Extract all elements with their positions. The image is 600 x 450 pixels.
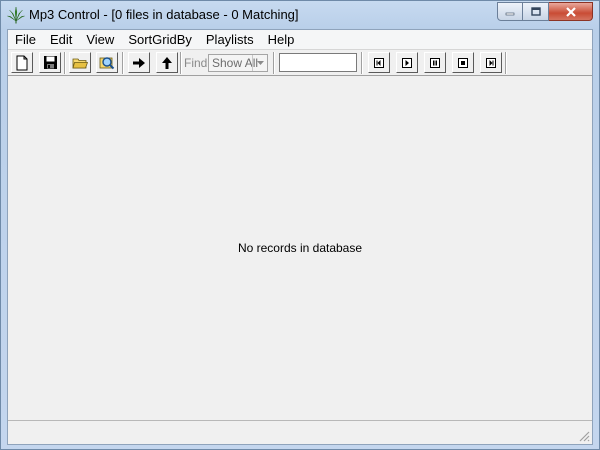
- menu-sortgridby[interactable]: SortGridBy: [121, 30, 199, 49]
- filter-select[interactable]: Show All: [208, 54, 268, 72]
- previous-button[interactable]: [368, 52, 390, 73]
- skip-forward-icon: [486, 57, 496, 68]
- menu-bar: File Edit View SortGridBy Playlists Help: [8, 30, 592, 49]
- next-button[interactable]: [480, 52, 502, 73]
- client-area: File Edit View SortGridBy Playlists Help: [7, 29, 593, 445]
- up-button[interactable]: [156, 52, 178, 73]
- chevron-down-icon[interactable]: [252, 55, 267, 71]
- skip-back-icon: [374, 57, 384, 68]
- pause-icon: [430, 57, 440, 68]
- stop-icon: [458, 57, 468, 68]
- search-input[interactable]: [279, 53, 357, 72]
- window-title: Mp3 Control - [0 files in database - 0 M…: [29, 7, 299, 22]
- resize-grip-icon[interactable]: [578, 430, 590, 442]
- magnifier-icon: [99, 57, 115, 70]
- arrow-up-icon: [162, 56, 172, 69]
- menu-playlists[interactable]: Playlists: [199, 30, 261, 49]
- play-icon: [402, 57, 412, 68]
- new-file-button[interactable]: [11, 52, 33, 73]
- play-button[interactable]: [396, 52, 418, 73]
- minimize-button[interactable]: [497, 2, 523, 21]
- toolbar-separator: [361, 52, 363, 74]
- app-window: Mp3 Control - [0 files in database - 0 M…: [0, 0, 600, 450]
- stop-button[interactable]: [452, 52, 474, 73]
- menu-view[interactable]: View: [79, 30, 121, 49]
- toolbar-separator: [505, 52, 507, 74]
- close-icon: [565, 6, 576, 17]
- menu-edit[interactable]: Edit: [43, 30, 79, 49]
- close-button[interactable]: [549, 2, 593, 21]
- pause-button[interactable]: [424, 52, 446, 73]
- empty-grid-message: No records in database: [237, 241, 363, 255]
- floppy-disk-icon: [43, 56, 57, 69]
- toolbar-separator: [180, 52, 182, 74]
- status-bar: [8, 420, 592, 444]
- toolbar-separator: [64, 52, 66, 74]
- new-document-icon: [16, 55, 28, 70]
- title-bar[interactable]: Mp3 Control - [0 files in database - 0 M…: [1, 1, 599, 29]
- minimize-icon: [505, 12, 515, 15]
- find-label: Find: [184, 56, 208, 70]
- toolbar-separator: [122, 52, 124, 74]
- status-panel: [8, 423, 568, 441]
- toolbar-separator: [273, 52, 275, 74]
- caption-buttons: [497, 2, 593, 22]
- arrow-right-icon: [133, 57, 145, 68]
- toolbar: Find Show All: [8, 49, 592, 76]
- menu-help[interactable]: Help: [261, 30, 302, 49]
- records-grid[interactable]: No records in database: [8, 76, 592, 420]
- save-button[interactable]: [39, 52, 61, 73]
- maximize-icon: [530, 7, 541, 16]
- cannabis-leaf-icon: [7, 6, 25, 24]
- menu-file[interactable]: File: [8, 30, 43, 49]
- open-folder-button[interactable]: [69, 52, 91, 73]
- folder-open-icon: [72, 58, 88, 68]
- search-files-button[interactable]: [96, 52, 118, 73]
- forward-button[interactable]: [128, 52, 150, 73]
- maximize-button[interactable]: [523, 2, 549, 21]
